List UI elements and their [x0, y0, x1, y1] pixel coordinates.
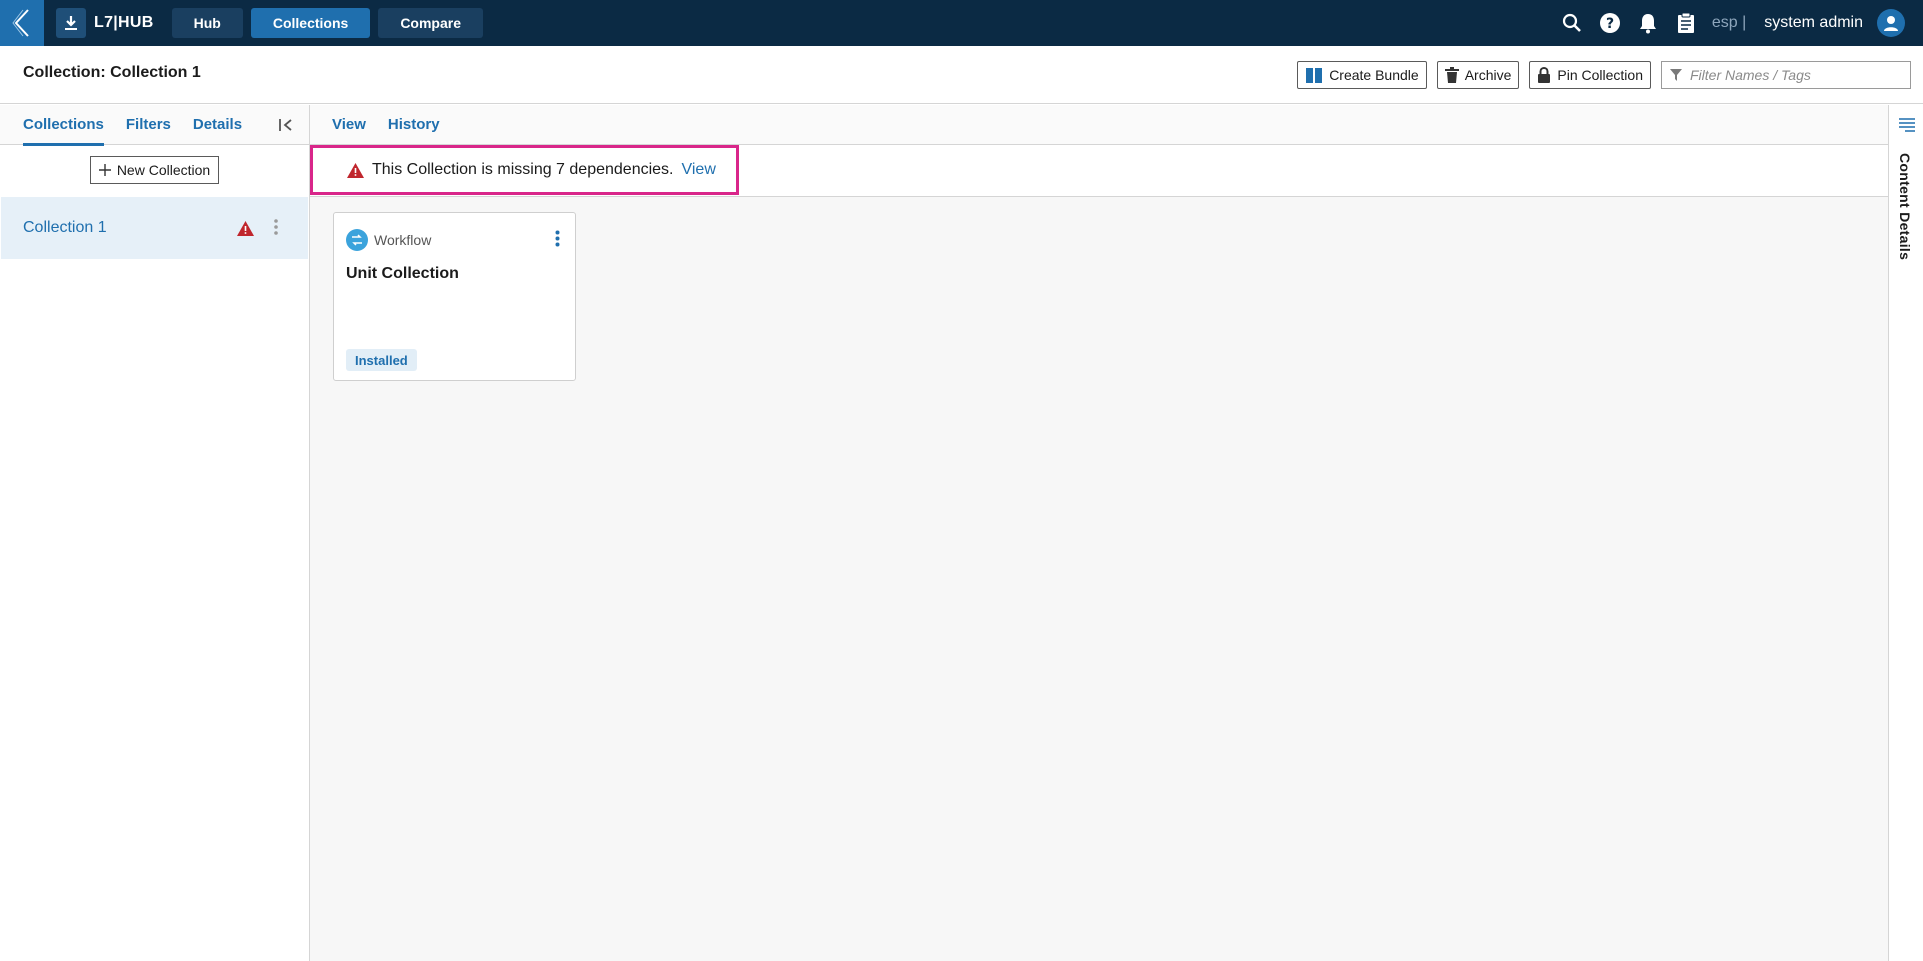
title-bar: Collection: Collection 1 Create Bundle A…	[0, 46, 1923, 104]
card-type: Workflow	[374, 232, 432, 248]
brand[interactable]: L7|HUB	[56, 8, 154, 38]
card-title: Unit Collection	[346, 265, 459, 282]
language-selector[interactable]: esp |	[1712, 14, 1746, 32]
filter-field[interactable]	[1661, 61, 1911, 89]
collection-list-item[interactable]: Collection 1	[1, 197, 308, 259]
alert-row: This Collection is missing 7 dependencie…	[310, 145, 1888, 197]
left-tabs: Collections Filters Details	[0, 105, 309, 146]
top-right-tools: ? esp | system admin	[1560, 0, 1905, 46]
workflow-icon	[346, 229, 368, 251]
warning-icon	[237, 221, 254, 241]
nav-collections-button[interactable]: Collections	[250, 8, 371, 38]
brand-name: L7|HUB	[94, 14, 154, 31]
card-type-row: Workflow	[346, 229, 431, 251]
nav-compare-button[interactable]: Compare	[378, 8, 483, 38]
collapse-panel-icon[interactable]	[277, 115, 297, 135]
search-icon[interactable]	[1560, 11, 1584, 35]
archive-label: Archive	[1464, 67, 1512, 83]
list-icon[interactable]	[1897, 115, 1917, 135]
status-badge: Installed	[346, 349, 417, 371]
new-collection-label: New Collection	[116, 162, 211, 178]
tab-details[interactable]: Details	[193, 105, 242, 145]
page-title: Collection: Collection 1	[23, 64, 201, 81]
clipboard-icon[interactable]	[1674, 11, 1698, 35]
nav-hub-button[interactable]: Hub	[171, 8, 243, 38]
lock-icon	[1538, 67, 1551, 83]
main-nav: Hub Collections Compare	[171, 8, 483, 38]
bundle-icon	[1306, 68, 1323, 83]
tab-collections[interactable]: Collections	[23, 105, 104, 146]
tab-history[interactable]: History	[388, 116, 440, 133]
alert-text: This Collection is missing 7 dependencie…	[372, 161, 674, 178]
chevron-left-icon	[12, 9, 29, 37]
plus-icon	[98, 164, 111, 176]
main-content: View History This Collection is missing …	[310, 105, 1888, 961]
back-button[interactable]	[0, 0, 44, 46]
new-collection-wrap: New Collection	[0, 145, 309, 195]
user-name[interactable]: system admin	[1764, 14, 1863, 32]
create-bundle-button[interactable]: Create Bundle	[1297, 61, 1427, 89]
missing-dependencies-alert: This Collection is missing 7 dependencie…	[310, 145, 739, 195]
new-collection-button[interactable]: New Collection	[89, 156, 220, 184]
pin-collection-label: Pin Collection	[1557, 67, 1643, 83]
content-details-label[interactable]: Content Details	[1897, 153, 1913, 260]
left-panel: Collections Filters Details New Collecti…	[0, 105, 310, 961]
help-icon[interactable]: ?	[1598, 11, 1622, 35]
trash-icon	[1444, 67, 1459, 83]
content-card[interactable]: Workflow Unit Collection Installed	[333, 212, 576, 381]
pin-collection-button[interactable]: Pin Collection	[1529, 61, 1651, 89]
tab-view[interactable]: View	[332, 116, 366, 133]
main-tabs: View History	[310, 105, 1888, 145]
filter-input[interactable]	[1690, 67, 1900, 83]
view-dependencies-link[interactable]: View	[681, 161, 715, 179]
bell-icon[interactable]	[1636, 11, 1660, 35]
tab-filters[interactable]: Filters	[126, 105, 171, 145]
kebab-menu-icon[interactable]	[274, 219, 278, 240]
title-actions: Create Bundle Archive Pin Collection	[1297, 61, 1911, 89]
user-avatar-icon[interactable]	[1877, 9, 1905, 37]
filter-icon	[1670, 69, 1682, 81]
create-bundle-label: Create Bundle	[1329, 67, 1419, 83]
warning-icon	[347, 162, 364, 178]
collection-item-label: Collection 1	[23, 219, 107, 236]
card-kebab-menu-icon[interactable]	[549, 227, 565, 249]
svg-text:?: ?	[1606, 16, 1614, 32]
top-bar: L7|HUB Hub Collections Compare ? esp | s…	[0, 0, 1923, 46]
content-details-rail[interactable]: Content Details	[1888, 105, 1923, 961]
archive-button[interactable]: Archive	[1436, 61, 1520, 89]
download-icon	[56, 8, 86, 38]
